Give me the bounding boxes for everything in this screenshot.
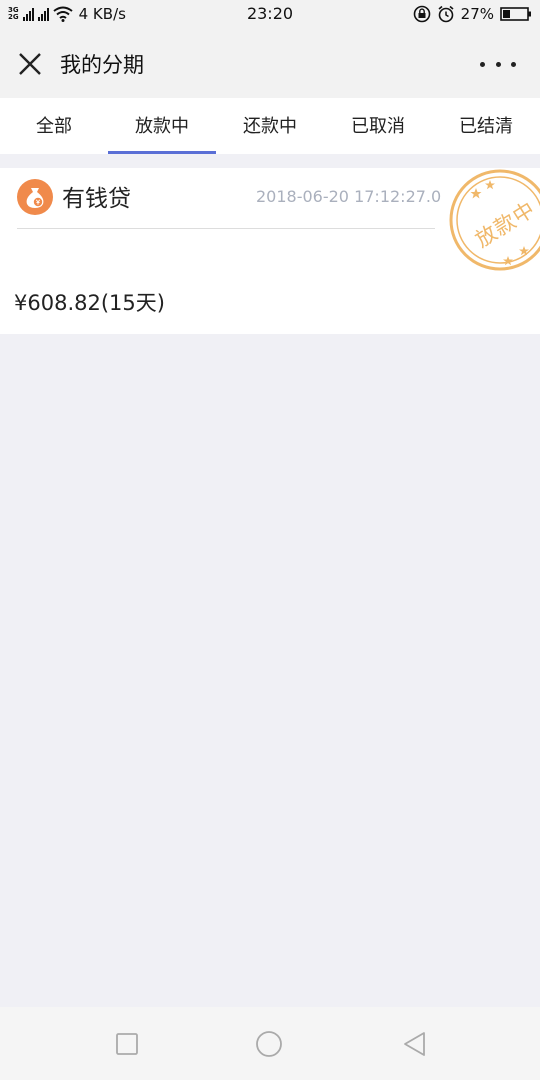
tab-repaying[interactable]: 还款中: [216, 98, 324, 154]
page-title: 我的分期: [60, 53, 144, 77]
application-time: 2018-06-20 17:12:27.0: [256, 187, 442, 206]
lender-name: 有钱贷: [62, 186, 131, 212]
status-right: 27%: [413, 3, 532, 25]
installment-card[interactable]: 有钱贷 2018-06-20 17:12:27.0 ¥608.82(15天) 放…: [0, 168, 540, 334]
tab-all[interactable]: 全部: [0, 98, 108, 154]
home-icon[interactable]: [254, 1029, 284, 1059]
title-bar: 我的分期: [0, 28, 540, 98]
tab-cancelled[interactable]: 已取消: [324, 98, 432, 154]
battery-percent: 27%: [460, 5, 494, 23]
alarm-icon: [438, 5, 454, 23]
close-icon[interactable]: [14, 48, 46, 80]
back-icon[interactable]: [400, 1029, 430, 1059]
tab-settled[interactable]: 已结清: [432, 98, 540, 154]
rotation-lock-icon: [413, 5, 430, 23]
status-bar: 3G 2G 4 KB/s 23:20 27%: [0, 0, 540, 28]
tab-bar: 全部 放款中 还款中 已取消 已结清: [0, 98, 540, 154]
recent-apps-icon[interactable]: [112, 1029, 142, 1059]
card-divider: [17, 228, 435, 229]
navigation-bar: [0, 1007, 540, 1080]
battery-icon: [500, 7, 531, 21]
loan-amount: ¥608.82(15天): [14, 291, 165, 315]
money-bag-icon: [17, 179, 53, 215]
tab-disbursing[interactable]: 放款中: [108, 98, 216, 154]
more-options-icon[interactable]: [480, 50, 516, 78]
